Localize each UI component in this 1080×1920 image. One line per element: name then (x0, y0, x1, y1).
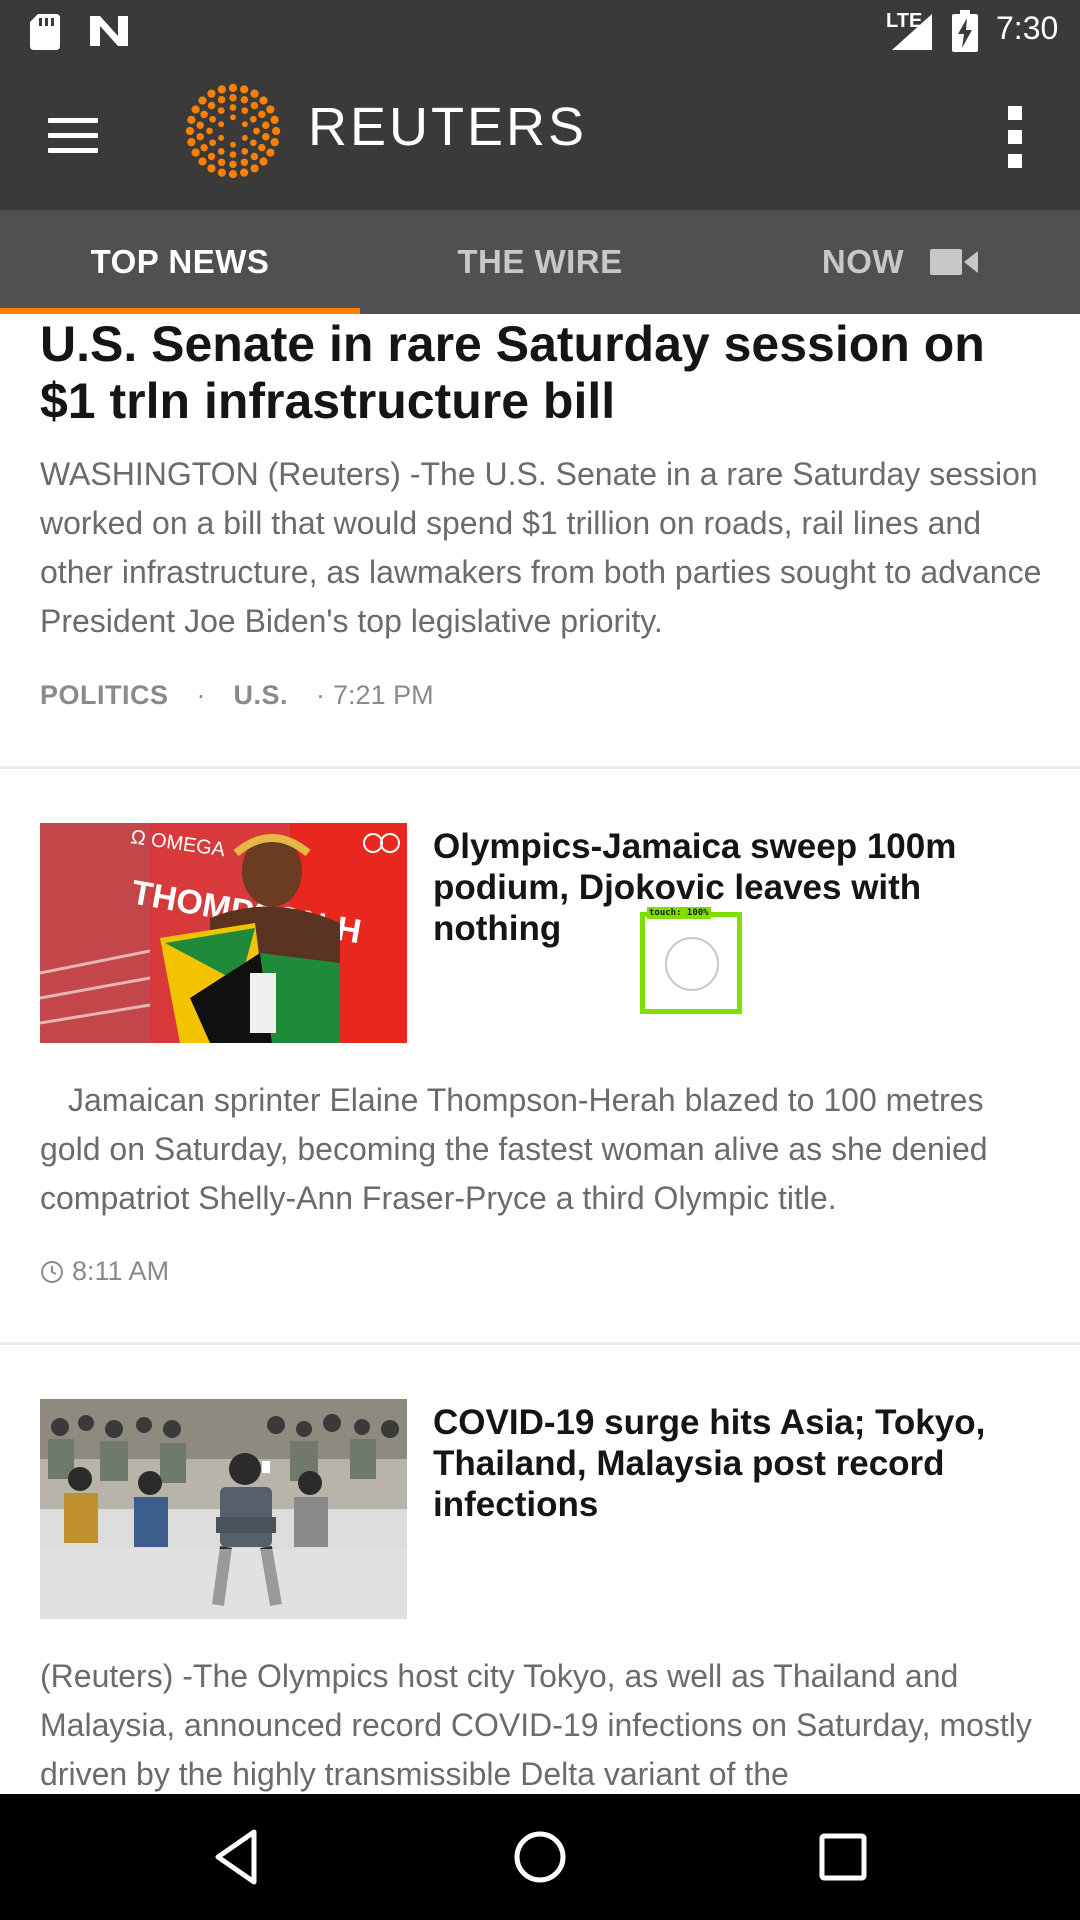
clock-icon (41, 1260, 63, 1283)
tab-label: TOP NEWS (90, 243, 270, 280)
touch-label: touch: 100% (647, 907, 711, 919)
status-bar: LTE 7:30 (0, 0, 1080, 62)
story-thumbnail[interactable] (40, 1399, 407, 1619)
lead-story-meta: POLITICS · U.S. · 7:21 PM (40, 680, 434, 711)
battery-charging-icon (952, 10, 978, 52)
tab-top-news[interactable]: TOP NEWS (0, 210, 360, 314)
touch-ripple (665, 937, 719, 991)
recents-icon[interactable] (810, 1824, 876, 1890)
tab-label: NOW (821, 243, 905, 280)
sd-card-icon (30, 14, 60, 50)
n-notification-icon (90, 16, 128, 46)
meta-separator: · (196, 680, 206, 710)
status-clock: 7:30 (996, 10, 1059, 46)
brand-name: REUTERS (308, 97, 588, 157)
touch-indicator: touch: 100% (640, 907, 742, 1014)
back-icon[interactable] (204, 1824, 270, 1890)
tab-now[interactable]: NOW (720, 210, 1080, 314)
story-meta: 8:11 AM (40, 1256, 169, 1287)
home-icon[interactable] (507, 1824, 573, 1890)
navigation-bar (0, 1794, 1080, 1920)
reuters-logo-icon (185, 83, 281, 179)
story-headline[interactable]: COVID-19 surge hits Asia; Tokyo, Thailan… (433, 1402, 1033, 1525)
tab-label: THE WIRE (457, 243, 623, 280)
signal-icon (892, 14, 932, 50)
hamburger-menu-icon[interactable] (40, 110, 106, 160)
story-summary: Jamaican sprinter Elaine Thompson-Herah … (40, 1082, 988, 1216)
category-link[interactable]: POLITICS (40, 680, 169, 711)
video-camera-icon (930, 249, 979, 275)
tab-the-wire[interactable]: THE WIRE (360, 210, 720, 314)
lead-story-headline[interactable]: U.S. Senate in rare Saturday session on … (40, 316, 1050, 430)
category-link[interactable]: U.S. (234, 680, 289, 711)
story-summary: (Reuters) -The Olympics host city Tokyo,… (40, 1658, 1032, 1792)
lead-story-summary: WASHINGTON (Reuters) -The U.S. Senate in… (40, 456, 1042, 639)
story-time: 7:21 PM (333, 680, 434, 710)
news-feed[interactable]: U.S. Senate in rare Saturday session on … (0, 314, 1080, 1794)
story-thumbnail[interactable]: Ω OMEGA THOMPSON-H (40, 823, 407, 1043)
tab-bar: TOP NEWS THE WIRE NOW (0, 210, 1080, 314)
divider (0, 766, 1080, 769)
more-vert-icon[interactable] (996, 102, 1032, 172)
story-time: 8:11 AM (72, 1256, 170, 1286)
meta-separator: · (316, 680, 326, 710)
app-bar: REUTERS (0, 62, 1080, 210)
divider (0, 1342, 1080, 1345)
